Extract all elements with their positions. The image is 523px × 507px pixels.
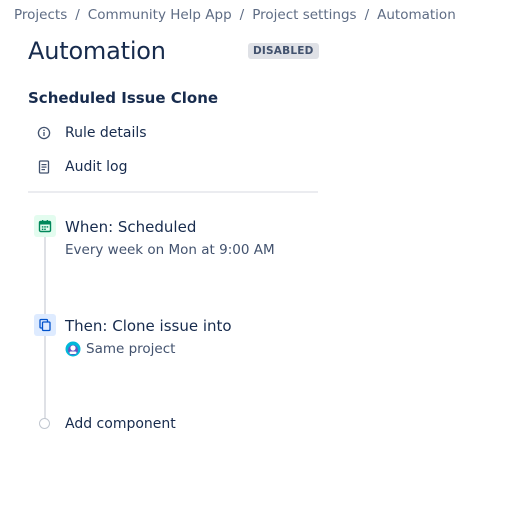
project-avatar-icon xyxy=(65,341,81,357)
action-subtitle: Same project xyxy=(65,341,175,357)
trigger-subtitle: Every week on Mon at 9:00 AM xyxy=(65,242,275,258)
page-title: Automation xyxy=(28,37,166,65)
trigger-title[interactable]: When: Scheduled xyxy=(65,218,196,236)
add-component-dot[interactable] xyxy=(39,418,50,429)
rule-name: Scheduled Issue Clone xyxy=(28,89,219,107)
info-icon xyxy=(36,125,52,141)
divider xyxy=(28,191,318,193)
document-icon xyxy=(36,159,52,175)
status-badge: DISABLED xyxy=(248,43,319,59)
breadcrumb-project-settings[interactable]: Project settings xyxy=(252,7,356,23)
calendar-icon[interactable] xyxy=(34,215,56,237)
action-title[interactable]: Then: Clone issue into xyxy=(65,317,232,335)
breadcrumb-separator: / xyxy=(364,7,370,23)
audit-log-link[interactable]: Audit log xyxy=(36,156,128,178)
breadcrumb-separator: / xyxy=(239,7,245,23)
rule-details-label: Rule details xyxy=(65,125,147,141)
audit-log-label: Audit log xyxy=(65,159,128,175)
breadcrumb: Projects / Community Help App / Project sett… xyxy=(14,7,456,23)
breadcrumb-automation[interactable]: Automation xyxy=(377,7,456,23)
action-subtitle-label: Same project xyxy=(86,341,176,357)
breadcrumb-separator: / xyxy=(75,7,80,23)
add-component-button[interactable]: Add component xyxy=(65,416,176,432)
clone-icon[interactable] xyxy=(34,314,56,336)
breadcrumb-community-help-app[interactable]: Community Help App xyxy=(88,7,232,23)
rule-details-link[interactable]: Rule details xyxy=(36,122,147,144)
breadcrumb-projects[interactable]: Projects xyxy=(14,7,67,23)
